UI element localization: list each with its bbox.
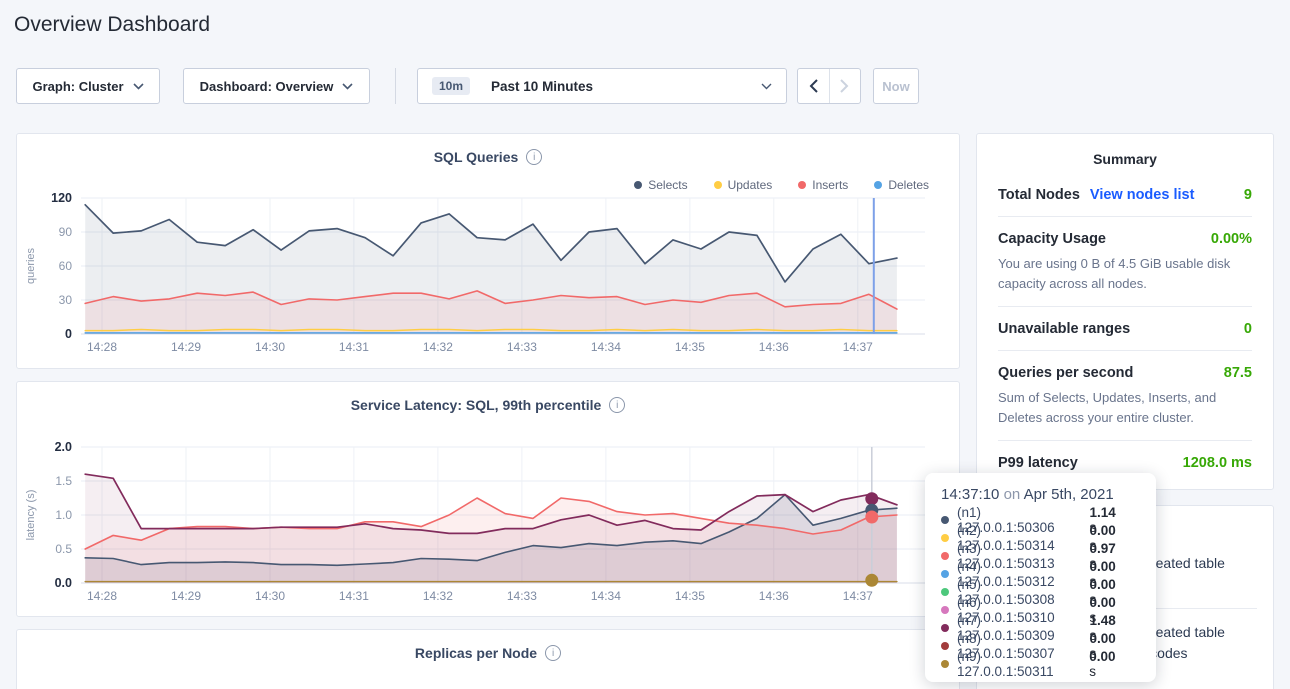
svg-text:14:36: 14:36 [759, 340, 789, 354]
legend-dot [798, 181, 806, 189]
node-color-dot [941, 552, 949, 560]
node-color-dot [941, 642, 949, 650]
summary-label: Capacity Usage [998, 231, 1106, 247]
summary-label: P99 latency [998, 455, 1078, 471]
tooltip-rows: (n1) 127.0.0.1:503061.14 s(n2) 127.0.0.1… [941, 511, 1156, 673]
node-color-dot [941, 606, 949, 614]
replicas-per-node-card: Replicas per Node [16, 629, 960, 689]
svg-text:14:36: 14:36 [759, 589, 789, 603]
svg-text:14:33: 14:33 [507, 589, 537, 603]
summary-row: Capacity Usage 0.00% You are using 0 B of … [998, 217, 1252, 307]
info-icon[interactable] [526, 149, 542, 165]
service-latency-card: Service Latency: SQL, 99th percentile 0.… [16, 381, 960, 617]
toolbar-divider [395, 68, 396, 104]
prev-time-button[interactable] [798, 69, 829, 103]
svg-text:14:31: 14:31 [339, 340, 369, 354]
svg-text:14:29: 14:29 [171, 340, 201, 354]
sql-queries-title: SQL Queries [17, 149, 959, 165]
svg-text:14:37: 14:37 [843, 589, 873, 603]
next-time-button[interactable] [829, 69, 861, 103]
summary-title: Summary [977, 151, 1273, 167]
svg-text:14:35: 14:35 [675, 589, 705, 603]
legend-dot [714, 181, 722, 189]
summary-label: Unavailable ranges [998, 321, 1130, 337]
sql-queries-chart[interactable]: 0 30 60 90 120 14:28 14:29 14:30 14:31 14:32 14:33… [17, 190, 959, 360]
now-button[interactable]: Now [873, 68, 919, 104]
svg-text:queries: queries [25, 247, 37, 284]
legend-dot [634, 181, 642, 189]
summary-rows: Total Nodes View nodes list 9 Capacity Usag… [977, 167, 1273, 484]
summary-row: Total Nodes View nodes list 9 [998, 173, 1252, 217]
node-color-dot [941, 516, 949, 524]
tooltip-timestamp: 14:37:10 on Apr 5th, 2021 [941, 486, 1156, 503]
time-step-buttons [797, 68, 861, 104]
svg-text:14:34: 14:34 [591, 340, 621, 354]
summary-value: 0.00% [1211, 231, 1252, 247]
summary-value: 9 [1244, 187, 1252, 203]
chevron-down-icon [133, 83, 144, 90]
svg-text:14:31: 14:31 [339, 589, 369, 603]
graph-selector-label: Graph: Cluster [32, 79, 123, 94]
svg-text:14:32: 14:32 [423, 340, 453, 354]
tooltip-node-row: (n9) 127.0.0.1:503110.00 s [941, 655, 1156, 673]
svg-text:1.5: 1.5 [55, 474, 72, 488]
svg-text:14:32: 14:32 [423, 589, 453, 603]
node-color-dot [941, 624, 949, 632]
summary-description: You are using 0 B of 4.5 GiB usable disk… [998, 254, 1252, 293]
node-color-dot [941, 570, 949, 578]
summary-value: 87.5 [1224, 365, 1252, 381]
dashboard-selector-dropdown[interactable]: Dashboard: Overview [183, 68, 370, 104]
summary-row: Unavailable ranges 0 [998, 307, 1252, 351]
summary-description: Sum of Selects, Updates, Inserts, and De… [998, 388, 1252, 427]
svg-text:120: 120 [51, 191, 72, 205]
time-range-badge: 10m [432, 77, 470, 95]
info-icon[interactable] [609, 397, 625, 413]
summary-row: Queries per second 87.5 Sum of Selects, Up… [998, 351, 1252, 441]
service-latency-chart[interactable]: 0.0 0.5 1.0 1.5 2.0 14:28 14:29 14:30 14:31 14:32… [17, 439, 959, 609]
view-nodes-link[interactable]: View nodes list [1090, 187, 1195, 203]
summary-label: Queries per second [998, 365, 1133, 381]
svg-text:2.0: 2.0 [55, 440, 72, 454]
svg-text:14:28: 14:28 [87, 589, 117, 603]
chevron-down-icon [761, 83, 772, 90]
chart-hover-tooltip: 14:37:10 on Apr 5th, 2021 (n1) 127.0.0.1… [925, 473, 1156, 682]
svg-text:14:29: 14:29 [171, 589, 201, 603]
summary-value: 1208.0 ms [1183, 455, 1252, 471]
svg-text:14:30: 14:30 [255, 589, 285, 603]
page-title: Overview Dashboard [14, 13, 210, 37]
replicas-per-node-title: Replicas per Node [17, 645, 959, 661]
svg-text:14:34: 14:34 [591, 589, 621, 603]
svg-text:0.5: 0.5 [55, 542, 72, 556]
time-range-label: Past 10 Minutes [491, 79, 593, 94]
graph-selector-dropdown[interactable]: Graph: Cluster [16, 68, 160, 104]
sql-queries-card: SQL Queries SelectsUpdatesInsertsDeletes… [16, 133, 960, 369]
summary-label: Total Nodes [998, 187, 1080, 203]
service-latency-title: Service Latency: SQL, 99th percentile [17, 397, 959, 413]
svg-text:0: 0 [65, 327, 72, 341]
legend-dot [874, 181, 882, 189]
svg-text:0.0: 0.0 [55, 576, 72, 590]
chevron-down-icon [342, 83, 353, 90]
dashboard-selector-label: Dashboard: Overview [200, 79, 334, 94]
summary-value: 0 [1244, 321, 1252, 337]
svg-text:60: 60 [59, 259, 73, 273]
svg-text:latency (s): latency (s) [25, 490, 37, 541]
svg-text:14:35: 14:35 [675, 340, 705, 354]
svg-text:90: 90 [59, 225, 73, 239]
node-color-dot [941, 588, 949, 596]
node-color-dot [941, 534, 949, 542]
summary-card: Summary Total Nodes View nodes list 9 Capac… [976, 133, 1274, 490]
svg-text:30: 30 [59, 293, 73, 307]
svg-text:14:30: 14:30 [255, 340, 285, 354]
node-color-dot [941, 660, 949, 668]
info-icon[interactable] [545, 645, 561, 661]
svg-text:14:37: 14:37 [843, 340, 873, 354]
time-range-dropdown[interactable]: 10m Past 10 Minutes [417, 68, 787, 104]
svg-text:14:33: 14:33 [507, 340, 537, 354]
svg-text:14:28: 14:28 [87, 340, 117, 354]
svg-text:1.0: 1.0 [55, 508, 72, 522]
